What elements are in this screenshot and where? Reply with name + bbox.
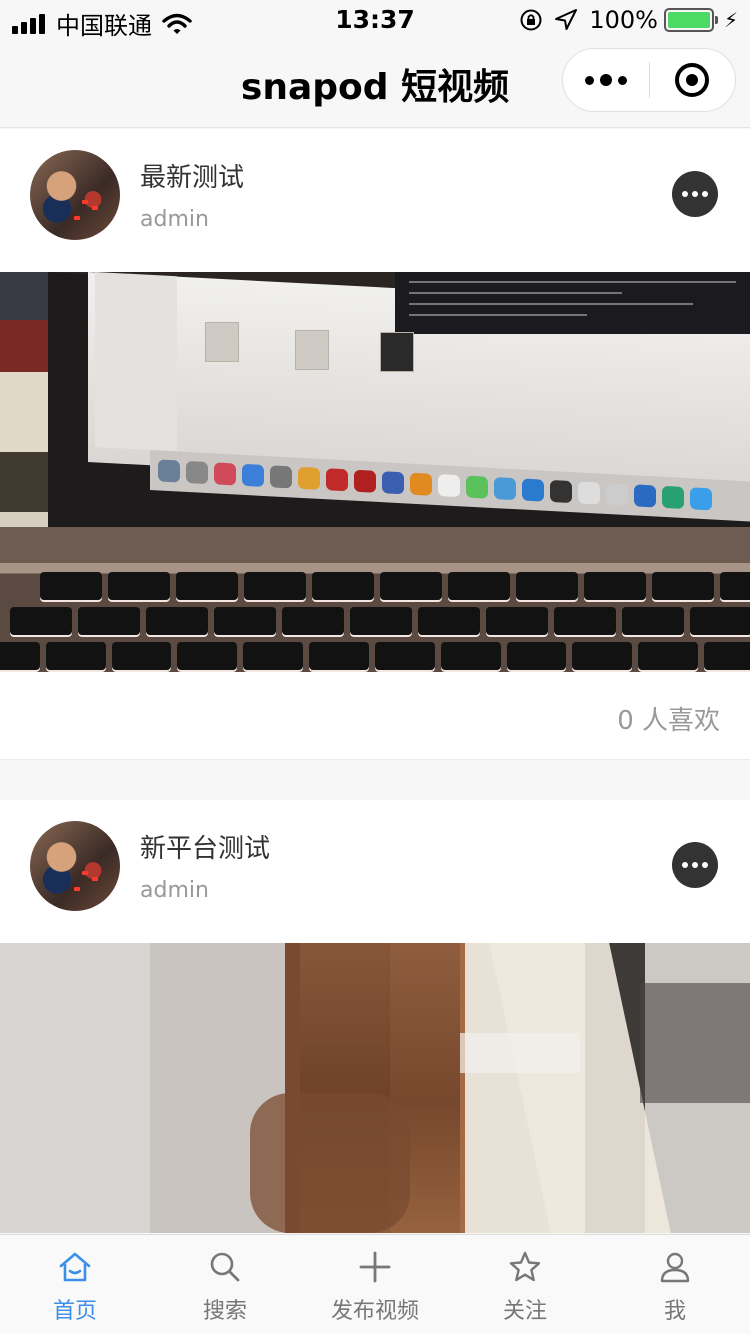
post-title: 新平台测试 [140, 834, 271, 864]
search-icon [210, 1252, 240, 1282]
post-card: 新平台测试 admin [0, 800, 750, 1233]
post-header: 新平台测试 admin [0, 800, 750, 943]
battery-percent: 100% [589, 6, 658, 34]
user-icon [660, 1252, 690, 1283]
post-header: 最新测试 admin [0, 129, 750, 272]
post-author[interactable]: admin [140, 878, 209, 903]
post-title: 最新测试 [140, 163, 245, 193]
avatar[interactable] [30, 150, 120, 240]
tab-follow-label: 关注 [502, 1299, 547, 1324]
tab-home[interactable]: 首页 [0, 1235, 150, 1334]
tab-search-label: 搜索 [202, 1299, 247, 1324]
home-icon [59, 1252, 91, 1282]
target-icon [675, 63, 710, 97]
rotation-lock-icon [520, 9, 542, 31]
like-count: 0 人喜欢 [617, 706, 720, 736]
star-icon [509, 1251, 541, 1282]
post-more-button[interactable] [672, 842, 718, 888]
tab-publish[interactable]: 发布视频 [300, 1235, 450, 1334]
post-footer: 0 人喜欢 [0, 672, 750, 760]
tab-me-label: 我 [663, 1299, 686, 1324]
capsule-close-button[interactable] [650, 48, 735, 112]
tab-search[interactable]: 搜索 [150, 1235, 300, 1334]
tab-publish-label: 发布视频 [330, 1299, 419, 1324]
post-author[interactable]: admin [140, 207, 209, 232]
more-dots-icon [585, 75, 594, 85]
post-more-button[interactable] [672, 171, 718, 217]
plus-icon [359, 1251, 391, 1283]
location-icon [555, 9, 578, 30]
tab-home-label: 首页 [52, 1299, 97, 1324]
mini-program-capsule [562, 48, 736, 112]
tab-follow[interactable]: 关注 [450, 1235, 600, 1334]
ellipsis-icon [682, 191, 688, 197]
post-card: 最新测试 admin 0 人喜欢 [0, 129, 750, 760]
tab-me[interactable]: 我 [600, 1235, 750, 1334]
video-player[interactable] [0, 943, 750, 1233]
navigation-bar: snapod 短视频 [0, 40, 750, 128]
battery-icon [663, 8, 718, 32]
tab-bar: 首页 搜索 发布视频 关注 我 [0, 1234, 750, 1334]
avatar[interactable] [30, 821, 120, 911]
charging-icon: ⚡ [723, 8, 738, 32]
ellipsis-icon [682, 862, 688, 868]
capsule-more-button[interactable] [563, 48, 649, 112]
video-player[interactable] [0, 272, 750, 672]
status-bar: 中国联通 13:37 100% ⚡ [0, 0, 750, 40]
